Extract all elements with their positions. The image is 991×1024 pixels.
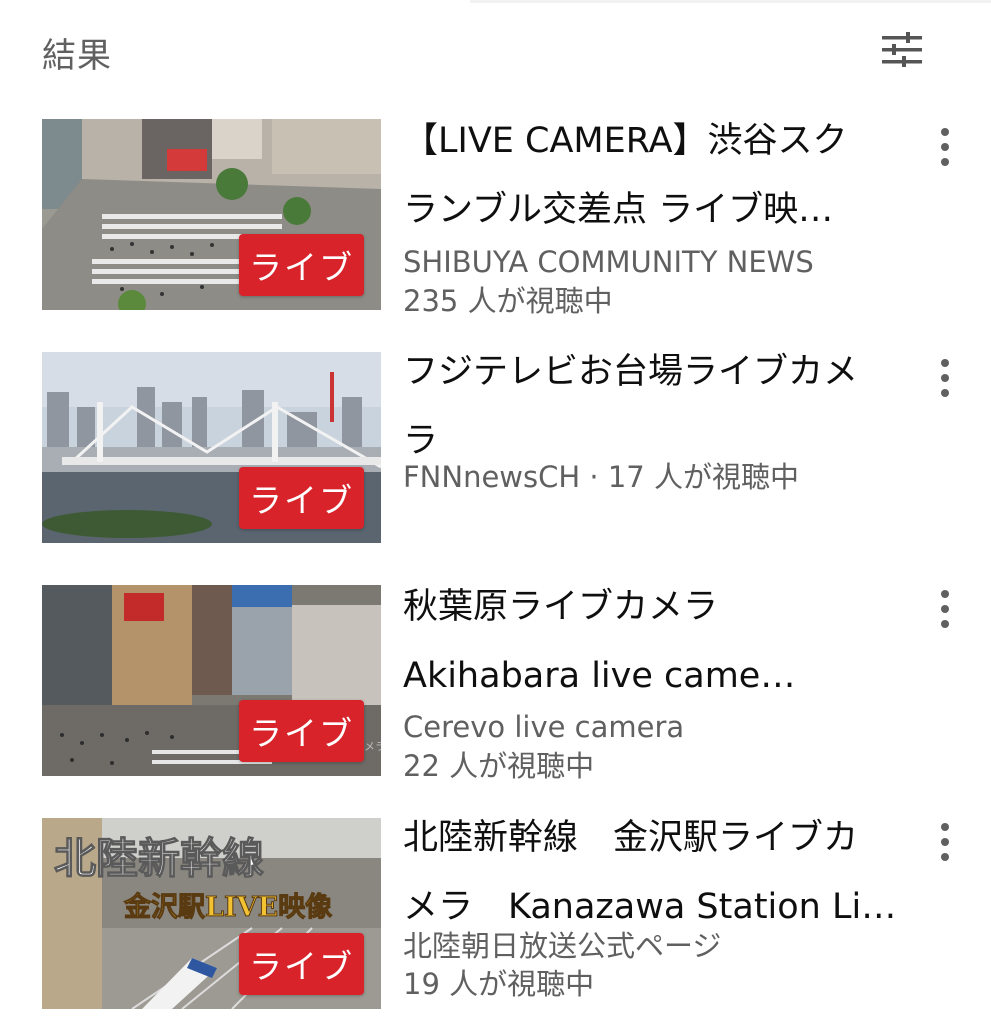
video-thumbnail[interactable]: ライブ: [42, 119, 381, 310]
viewer-count: 19 人が視聴中: [403, 967, 595, 1001]
more-vert-icon: [941, 823, 949, 831]
live-badge: ライブ: [239, 700, 364, 762]
result-item-kanazawa[interactable]: 北陸新幹線 金沢駅LIVE映像 ライブ 北陸新幹線 金沢駅ライブカ メラ Kan…: [0, 818, 991, 1018]
top-divider: [470, 0, 991, 3]
result-item-shibuya[interactable]: ライブ 【LIVE CAMERA】渋谷スク ランブル交差点 ライブ映… SHIB…: [0, 119, 991, 319]
channel-name[interactable]: Cerevo live camera: [403, 707, 684, 747]
video-title-line: 北陸新幹線 金沢駅ライブカ: [403, 818, 859, 858]
more-vert-icon: [941, 128, 949, 136]
video-title[interactable]: 北陸新幹線 金沢駅ライブカ メラ Kanazawa Station Li…: [403, 804, 923, 942]
thumbnail-title-overlay: 北陸新幹線: [54, 834, 264, 883]
channel-name[interactable]: 北陸朝日放送公式ページ: [403, 926, 721, 966]
viewer-count: 22 人が視聴中: [403, 749, 595, 783]
sliders-icon: [882, 32, 922, 67]
live-badge: ライブ: [239, 933, 364, 995]
video-title-line: 秋葉原ライブカメラ: [403, 587, 719, 627]
video-title[interactable]: フジテレビお台場ライブカメ ラ: [403, 338, 923, 476]
more-vert-icon: [941, 590, 949, 598]
thumbnail-subtitle-overlay: 金沢駅LIVE映像: [123, 891, 332, 923]
video-title-line: ランブル交差点 ライブ映…: [403, 190, 834, 230]
video-thumbnail[interactable]: 北陸新幹線 金沢駅LIVE映像 ライブ: [42, 818, 381, 1009]
more-options-button[interactable]: [930, 125, 960, 169]
page-title: 結果: [42, 36, 112, 76]
channel-and-viewers[interactable]: FNNnewsCH · 17 人が視聴中: [403, 457, 799, 497]
video-thumbnail[interactable]: 秋葉原ライブカメラ ライブ: [42, 585, 381, 776]
result-item-odaiba[interactable]: ライブ フジテレビお台場ライブカメ ラ FNNnewsCH · 17 人が視聴中: [0, 352, 991, 552]
live-badge: ライブ: [239, 234, 364, 296]
more-options-button[interactable]: [930, 587, 960, 631]
filter-button[interactable]: [876, 24, 928, 76]
video-title-line: フジテレビお台場ライブカメ: [403, 352, 859, 392]
viewer-count: 235 人が視聴中: [403, 284, 613, 318]
live-badge: ライブ: [239, 467, 364, 529]
result-item-akihabara[interactable]: 秋葉原ライブカメラ ライブ 秋葉原ライブカメラ Akihabara live c…: [0, 585, 991, 785]
video-title[interactable]: 【LIVE CAMERA】渋谷スク ランブル交差点 ライブ映…: [403, 107, 923, 245]
more-options-button[interactable]: [930, 356, 960, 400]
more-options-button[interactable]: [930, 820, 960, 864]
channel-name[interactable]: SHIBUYA COMMUNITY NEWS: [403, 242, 814, 282]
video-thumbnail[interactable]: ライブ: [42, 352, 381, 543]
video-title[interactable]: 秋葉原ライブカメラ Akihabara live came…: [403, 573, 923, 711]
video-title-line: 【LIVE CAMERA】渋谷スク: [403, 121, 848, 161]
more-vert-icon: [941, 359, 949, 367]
video-title-line: Akihabara live came…: [403, 656, 796, 696]
